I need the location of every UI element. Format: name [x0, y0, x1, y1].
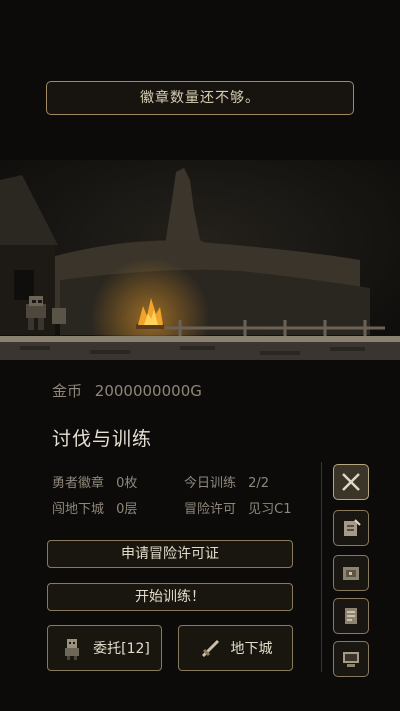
dungeon-stat: 闯地下城 0层	[52, 498, 137, 517]
side-menu-system[interactable]	[333, 641, 369, 677]
document-icon	[345, 608, 357, 624]
dungeon-label: 闯地下城	[52, 502, 105, 517]
gold-label: 金币	[52, 382, 83, 400]
computer-icon	[343, 652, 359, 667]
license-value: 见习C1	[248, 502, 292, 517]
dungeon-label-btn: 地下城	[230, 641, 273, 657]
training-stat: 今日训练 2/2	[184, 472, 269, 491]
adventurer-icon	[65, 639, 80, 660]
dungeon-button[interactable]: 地下城	[178, 625, 293, 671]
gold-display: 金币 2000000000G	[52, 380, 202, 401]
license-label: 冒险许可	[184, 502, 237, 517]
dungeon-value: 0层	[116, 502, 138, 517]
toast-message: 徽章数量还不够。	[46, 81, 354, 115]
ground-edge	[0, 336, 400, 342]
map-scroll-icon	[343, 567, 359, 580]
side-menu-quests[interactable]	[333, 510, 369, 546]
badge-stat: 勇者徽章 0枚	[52, 472, 137, 491]
badge-value: 0枚	[116, 476, 138, 491]
gold-value: 2000000000G	[94, 382, 202, 400]
campfire-scene	[0, 160, 400, 360]
start-training-button[interactable]: 开始训练！	[47, 583, 293, 611]
badge-label: 勇者徽章	[52, 476, 105, 491]
section-title: 讨伐与训练	[52, 428, 153, 450]
scroll-quill-icon	[344, 519, 361, 536]
game-screen: 徽章数量还不够。 金币 2000000000G 讨伐与训练 勇者徽章 0枚 今日…	[0, 0, 400, 711]
side-menu-map[interactable]	[333, 555, 369, 591]
side-menu-documents[interactable]	[333, 598, 369, 634]
apply-license-button[interactable]: 申请冒险许可证	[47, 540, 293, 568]
sword-icon	[201, 639, 219, 658]
crossed-swords-icon	[342, 473, 360, 491]
house-door	[14, 270, 34, 300]
training-value: 2/2	[248, 476, 270, 491]
training-label: 今日训练	[184, 476, 237, 491]
side-menu-battle[interactable]	[333, 464, 369, 500]
commission-button[interactable]: 委托[12]	[47, 625, 162, 671]
license-stat: 冒险许可 见习C1	[184, 498, 292, 517]
commission-label: 委托[12]	[93, 641, 150, 657]
side-divider	[321, 462, 322, 672]
